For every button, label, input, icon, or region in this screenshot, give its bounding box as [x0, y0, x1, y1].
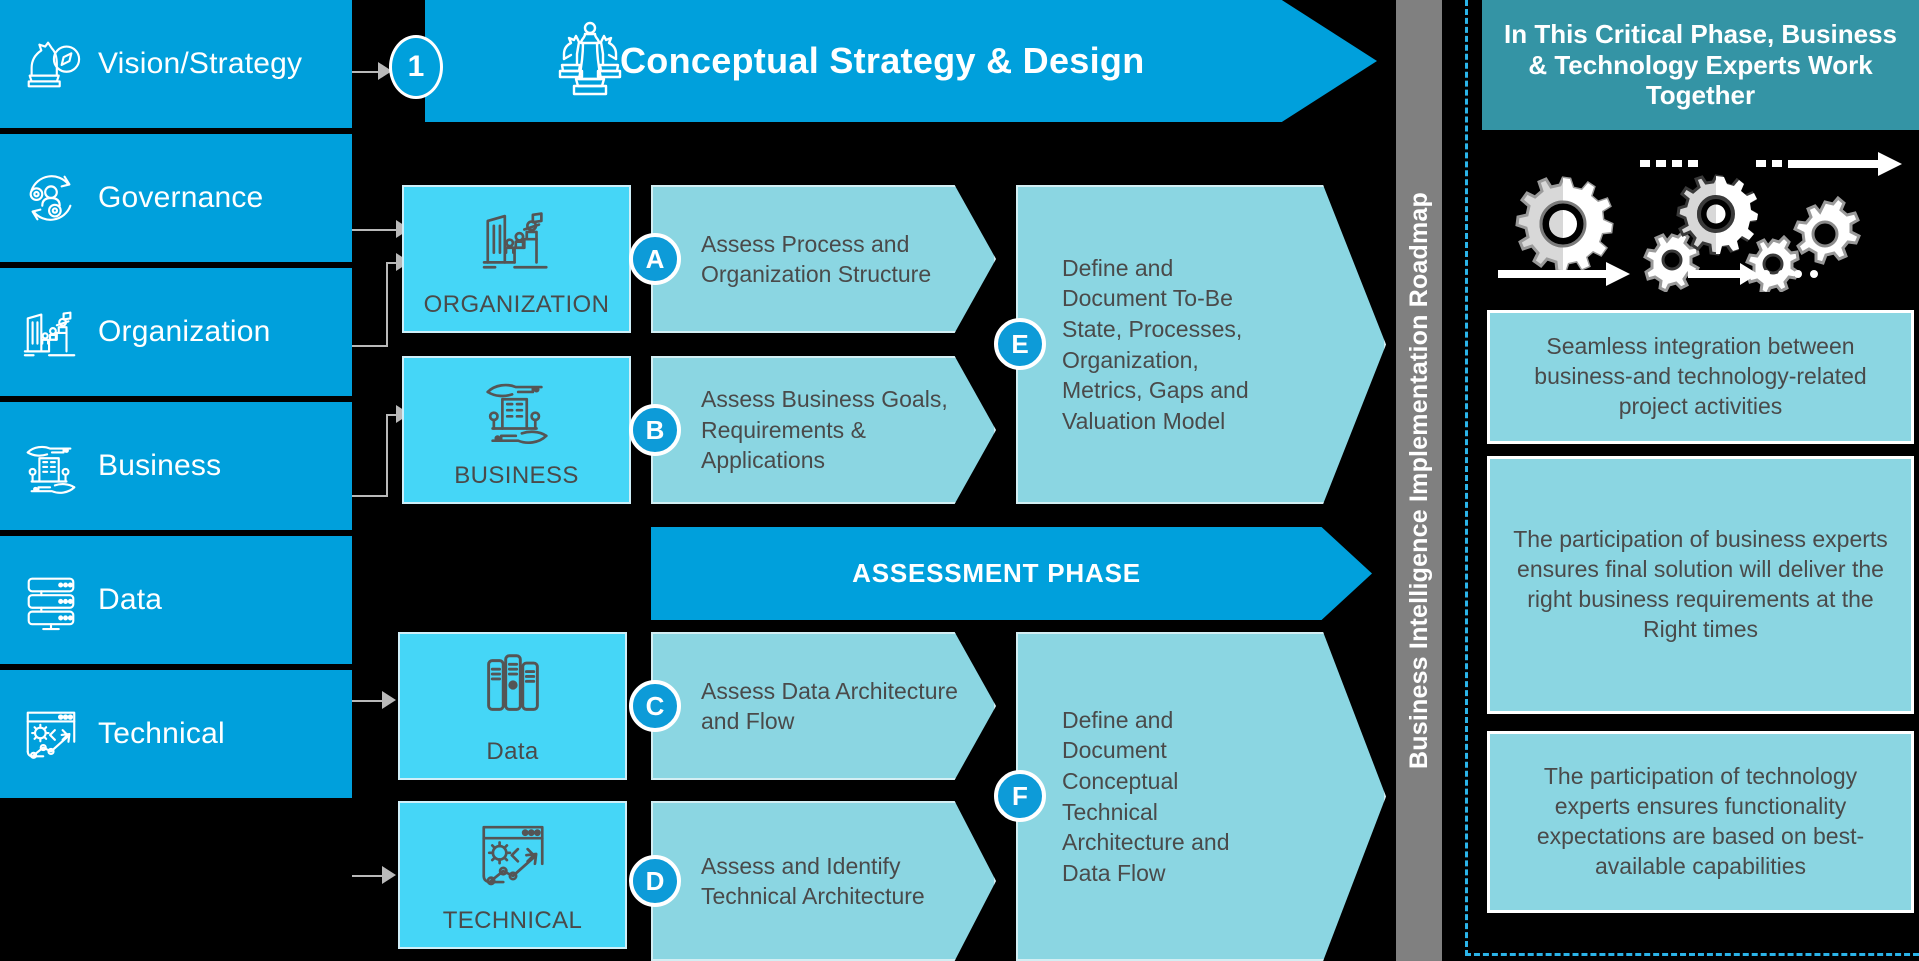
connector-governance	[352, 229, 400, 231]
assessment-badge-c: C	[629, 680, 681, 732]
assessment-badge-d: D	[629, 855, 681, 907]
right-panel-note-3: The participation of technology experts …	[1487, 731, 1914, 913]
vertical-roadmap-bar: Business Intelligence Implementation Roa…	[1396, 0, 1442, 961]
data-server-icon	[474, 646, 552, 724]
assessment-badge-a: A	[629, 233, 681, 285]
define-text: Define and Document To-Be State, Process…	[1062, 254, 1249, 434]
sidebar-item-vision-strategy[interactable]: Vision/Strategy	[0, 0, 352, 128]
arrowhead-technical	[382, 866, 396, 884]
phase1-title: Conceptual Strategy & Design	[620, 40, 1145, 81]
gears-process-icon	[1488, 152, 1913, 297]
sidebar-item-label: Governance	[98, 181, 264, 214]
vertical-roadmap-label: Business Intelligence Implementation Roa…	[1404, 192, 1433, 769]
organization-building-icon	[14, 295, 88, 369]
note-text: Seamless integration between business-an…	[1534, 333, 1867, 419]
connector-technical	[352, 875, 386, 877]
assessment-text: Assess Process and Organization Structur…	[701, 230, 932, 287]
technical-browser-gear-icon	[14, 697, 88, 771]
sidebar-item-business[interactable]: Business	[0, 402, 352, 530]
assessment-phase-banner: ASSESSMENT PHASE	[651, 527, 1372, 620]
sidebar-item-label: Vision/Strategy	[98, 47, 303, 80]
connector-vision-to-phase1	[352, 71, 380, 73]
domain-card-technical[interactable]: TECHNICAL	[398, 801, 627, 949]
right-panel-heading-text: In This Critical Phase, Business & Techn…	[1503, 18, 1898, 111]
note-text: The participation of technology experts …	[1536, 763, 1865, 879]
define-text: Define and Document Conceptual Technical…	[1062, 706, 1230, 886]
chess-pieces-icon	[547, 21, 633, 105]
data-server-icon	[14, 563, 88, 637]
chess-knight-compass-icon	[14, 27, 88, 101]
sidebar-item-label: Organization	[98, 315, 271, 348]
assessment-phase-label: ASSESSMENT PHASE	[852, 558, 1141, 588]
arrowhead-data	[382, 691, 396, 709]
sidebar-item-data[interactable]: Data	[0, 536, 352, 664]
assessment-chevron-d[interactable]: Assess and Identify Technical Architectu…	[651, 801, 996, 961]
roadmap-diagram: Vision/Strategy Governance Organization …	[0, 0, 1919, 961]
connector-business-h1	[352, 495, 388, 497]
organization-building-icon	[478, 199, 556, 277]
domain-card-label: BUSINESS	[454, 462, 579, 489]
business-hands-building-icon	[478, 370, 556, 448]
governance-cycle-icon	[14, 161, 88, 235]
assessment-text: Assess and Identify Technical Architectu…	[701, 852, 925, 909]
right-panel-heading: In This Critical Phase, Business & Techn…	[1482, 0, 1919, 130]
connector-business-v	[386, 414, 388, 497]
sidebar-item-governance[interactable]: Governance	[0, 134, 352, 262]
right-panel-note-1: Seamless integration between business-an…	[1487, 310, 1914, 444]
assessment-badge-b: B	[629, 404, 681, 456]
sidebar-item-organization[interactable]: Organization	[0, 268, 352, 396]
assessment-chevron-a[interactable]: Assess Process and Organization Structur…	[651, 185, 996, 333]
technical-browser-gear-icon	[474, 815, 552, 893]
define-badge-e: E	[994, 318, 1046, 370]
connector-data	[352, 700, 386, 702]
define-badge-f: F	[994, 770, 1046, 822]
sidebar-item-label: Business	[98, 449, 222, 482]
connector-organization-h1	[352, 345, 388, 347]
domain-card-label: TECHNICAL	[442, 907, 583, 934]
assessment-text: Assess Data Architecture and Flow	[701, 677, 958, 734]
define-chevron-f[interactable]: Define and Document Conceptual Technical…	[1016, 632, 1386, 961]
domain-card-data[interactable]: Data	[398, 632, 627, 780]
assessment-chevron-b[interactable]: Assess Business Goals, Requirements & Ap…	[651, 356, 996, 504]
domain-card-organization[interactable]: ORGANIZATION	[402, 185, 631, 333]
phase1-number-badge: 1	[389, 35, 443, 99]
sidebar-item-label: Data	[98, 583, 163, 616]
define-chevron-e[interactable]: Define and Document To-Be State, Process…	[1016, 185, 1386, 504]
domain-card-business[interactable]: BUSINESS	[402, 356, 631, 504]
domain-card-label: Data	[486, 738, 539, 765]
assessment-chevron-c[interactable]: Assess Data Architecture and Flow	[651, 632, 996, 780]
business-hands-building-icon	[14, 429, 88, 503]
connector-organization-v	[386, 262, 388, 347]
sidebar-item-technical[interactable]: Technical	[0, 670, 352, 798]
note-text: The participation of business experts en…	[1513, 526, 1888, 642]
sidebar-item-label: Technical	[98, 717, 225, 750]
right-panel-note-2: The participation of business experts en…	[1487, 456, 1914, 714]
assessment-text: Assess Business Goals, Requirements & Ap…	[701, 386, 948, 474]
domain-card-label: ORGANIZATION	[423, 291, 610, 318]
